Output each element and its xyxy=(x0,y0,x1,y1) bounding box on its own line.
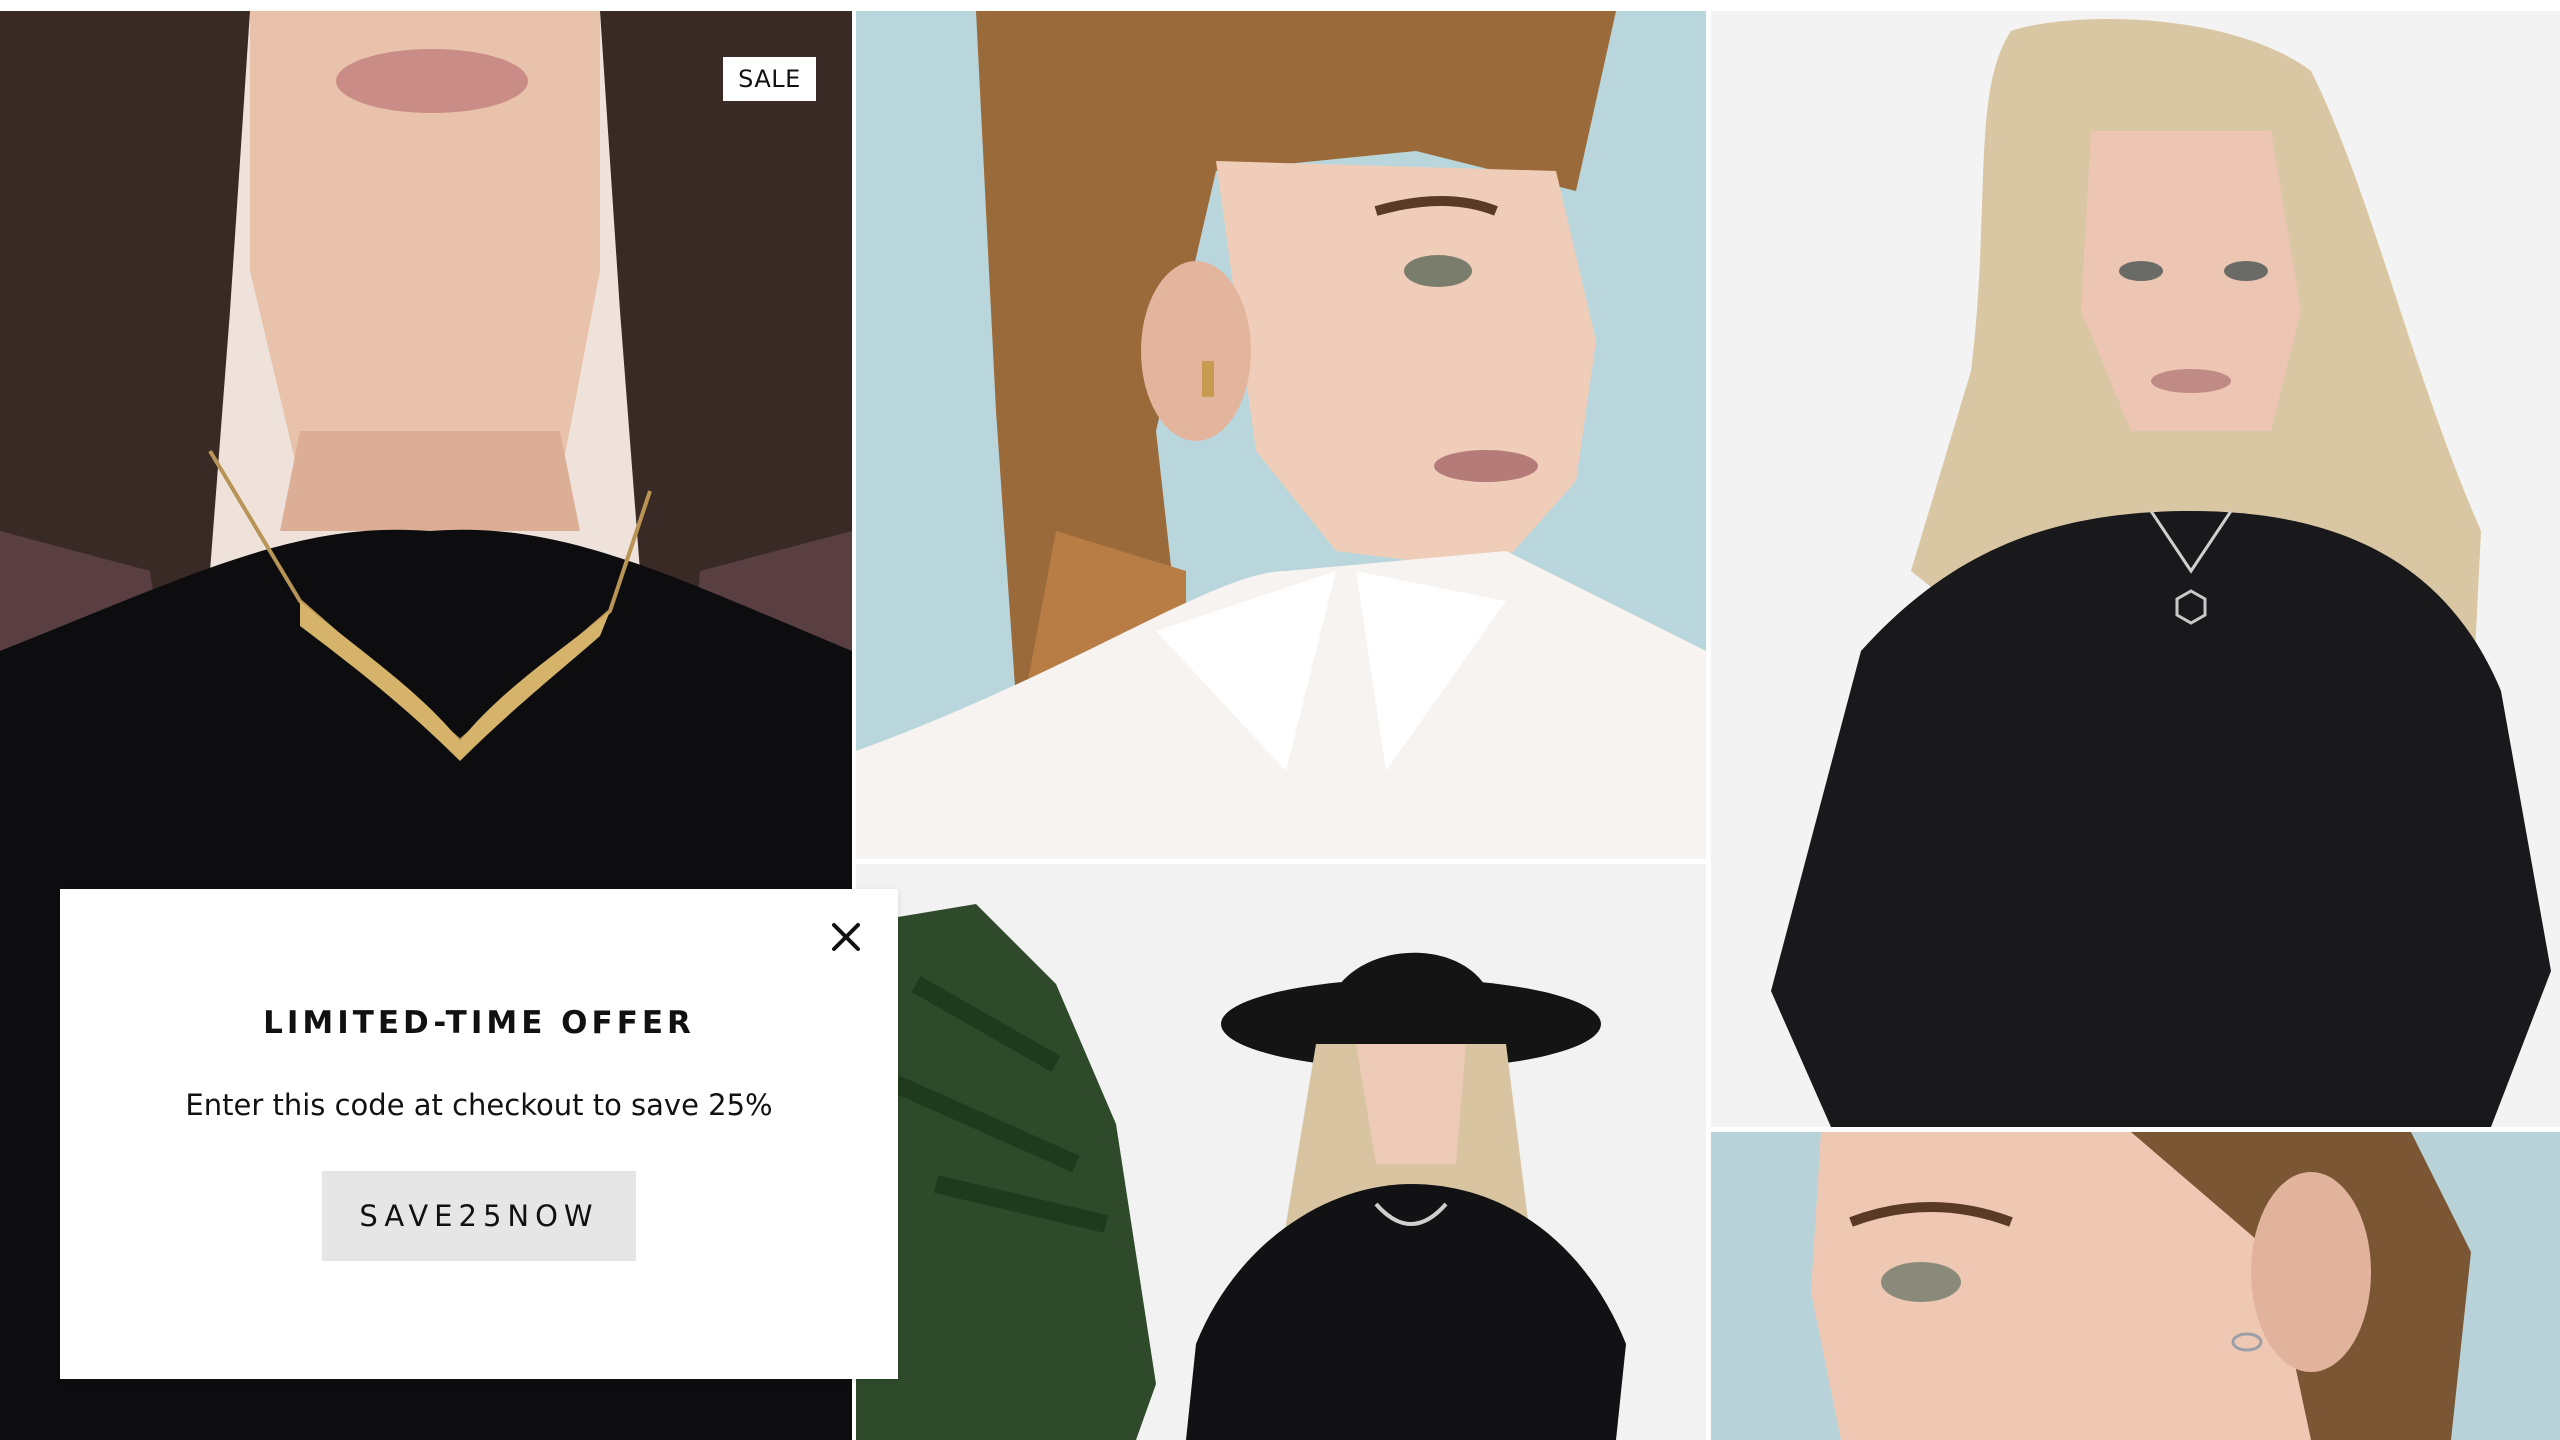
product-image-stud-earring xyxy=(856,11,1706,859)
product-tile-orbit-earring[interactable] xyxy=(1711,1132,2560,1440)
product-image-hat xyxy=(856,864,1706,1440)
product-image-hexagon-pendant xyxy=(1711,11,2560,1127)
product-tile-hat[interactable] xyxy=(856,864,1706,1440)
product-tile-stud-earring[interactable] xyxy=(856,11,1706,859)
sale-badge: SALE xyxy=(723,57,816,101)
product-image-orbit-earring xyxy=(1711,1132,2560,1440)
close-button[interactable] xyxy=(824,915,868,959)
discount-code-button[interactable]: SAVE25NOW xyxy=(322,1171,636,1261)
product-tile-hexagon-pendant[interactable] xyxy=(1711,11,2560,1127)
close-icon xyxy=(832,923,860,951)
popup-message: Enter this code at checkout to save 25% xyxy=(185,1088,773,1122)
promo-popup: LIMITED-TIME OFFER Enter this code at ch… xyxy=(60,889,898,1379)
popup-title: LIMITED-TIME OFFER xyxy=(263,1005,695,1041)
